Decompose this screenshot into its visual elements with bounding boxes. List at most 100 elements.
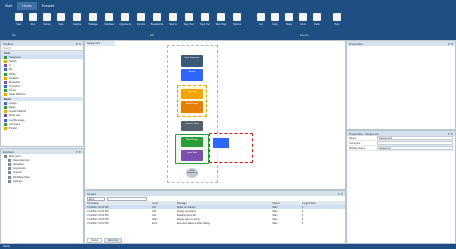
ribbon-button-debug[interactable]: Debug (40, 11, 54, 31)
toolbox-item-label: Invoke Method (9, 110, 27, 114)
imports-icon (137, 13, 145, 21)
explorer-panel: Explorer ▾ ✕ Main.xaml Dependencies Variabl… (0, 148, 84, 244)
explorer-item[interactable]: Settings (1, 179, 83, 183)
drag-preview-inner (213, 138, 229, 148)
variables-icon (105, 13, 113, 21)
file-icon (8, 162, 11, 166)
ribbon-button-imports[interactable]: Imports (134, 11, 148, 31)
toolbox-item-label: Do (9, 68, 13, 72)
activity-icon (4, 89, 7, 93)
ribbon-button-paste[interactable]: Paste (282, 11, 296, 31)
property-row: Display Name Sequence (347, 146, 455, 151)
table-cell: Error (152, 221, 158, 225)
explorer-item-label: Workflow Files (13, 175, 30, 179)
ribbon-button-cut[interactable]: Cut (254, 11, 268, 31)
activity-icon (4, 72, 7, 76)
explorer-item-label: Imports (13, 171, 22, 175)
copy-icon (271, 13, 279, 21)
workflow-block-read-range[interactable]: Read Range (181, 101, 203, 113)
ribbon-button-arguments[interactable]: Arguments (118, 11, 132, 31)
pin-icon[interactable]: ▾ ✕ (338, 192, 343, 196)
file-icon (8, 175, 11, 179)
ribbon-button-breakpoints[interactable]: Breakpoints (150, 11, 164, 31)
ribbon-tab-home[interactable]: Home (17, 2, 37, 10)
ribbon-button-label: Debug (43, 23, 51, 26)
explorer-title: Explorer (3, 150, 15, 154)
ribbon-button-label: Variables (104, 23, 114, 26)
output-search-input[interactable] (107, 196, 147, 201)
explorer-item-label: Main.xaml (9, 154, 21, 158)
workflow-block-send-mail[interactable]: Send Mail (181, 150, 203, 161)
ribbon-button-save[interactable]: Save (12, 11, 26, 31)
redo-icon (313, 13, 321, 21)
ribbon-tab-execute[interactable]: Execute (37, 2, 60, 10)
ribbon-button-step-over[interactable]: Step Over (182, 11, 196, 31)
analyze-icon (73, 13, 81, 21)
designer-canvas[interactable]: Sequence1 Start Sequence Assign Decision… (84, 40, 346, 190)
ribbon-button-slow-step[interactable]: Slow Step (214, 11, 228, 31)
ribbon-button-help[interactable]: Help (330, 11, 344, 31)
status-bar: Ready (0, 244, 456, 249)
property-value-input[interactable]: Sequence (377, 146, 453, 150)
ribbon-button-variables[interactable]: Variables (102, 11, 116, 31)
workflow-block-decision[interactable]: Decision (181, 89, 203, 99)
toolbox-item-label: Log Message (9, 118, 25, 122)
workflow-block-end[interactable]: End Sequence (186, 168, 198, 178)
ribbon-button-analyze[interactable]: Analyze (70, 11, 84, 31)
activity-icon (4, 85, 7, 89)
explorer-item-label: Variables (13, 162, 24, 166)
ribbon-button-label: Paste (285, 23, 293, 26)
options-icon (233, 13, 241, 21)
property-value-input[interactable] (377, 141, 453, 145)
ribbon-button-step-out[interactable]: Step Out (198, 11, 212, 31)
tab-output[interactable]: Output (87, 238, 103, 243)
ribbon-button-undo[interactable]: Undo (296, 11, 310, 31)
file-icon (8, 171, 11, 175)
cut-icon (257, 13, 265, 21)
workflow-block-process[interactable]: Process Data (181, 121, 203, 131)
output-tabs: Output Error List (85, 238, 122, 243)
pin-icon[interactable]: ▾ ✕ (76, 150, 81, 154)
workflow-block-assign[interactable]: Assign (181, 69, 203, 81)
right-top-header: Properties ▾ ✕ (347, 41, 455, 46)
drag-preview-block[interactable] (209, 133, 253, 163)
ribbon-button-label: Arguments (119, 23, 131, 26)
ribbon-button-label: Undo (300, 23, 306, 26)
ribbon-group-execute: Execute (300, 34, 309, 37)
ribbon-button-label: Run (30, 23, 36, 26)
breakpoints-icon (153, 13, 161, 21)
explorer-item-label: Settings (13, 179, 23, 183)
pin-icon[interactable]: ▾ ✕ (448, 42, 453, 46)
toolbox-item-label: Comment (9, 122, 21, 126)
property-value-input[interactable]: Sequence1 (377, 136, 453, 140)
ribbon-button-step-in[interactable]: Step In (166, 11, 180, 31)
table-row[interactable]: 7/14/2017 10:03 PM Error Execution failed … (85, 221, 345, 225)
toolbox-title: Toolbox (3, 42, 14, 46)
ribbon-button-label: Breakpoints (150, 23, 164, 26)
ribbon-button-options[interactable]: Options (230, 11, 244, 31)
toolbox-item-label: Write Line (9, 114, 21, 118)
ribbon-button-redo[interactable]: Redo (310, 11, 324, 31)
toolbox-item[interactable]: Persist (1, 126, 83, 130)
ribbon-button-stop[interactable]: Stop (54, 11, 68, 31)
level-filter-select[interactable]: Error (87, 196, 105, 201)
arguments-icon (121, 13, 129, 21)
pin-icon[interactable]: ▾ ✕ (448, 132, 453, 136)
stop-icon (57, 13, 65, 21)
designer-tab[interactable]: Sequence1 (85, 41, 115, 46)
ribbon-button-label: Step In (169, 23, 177, 26)
ribbon-button-package[interactable]: Package (86, 11, 100, 31)
property-name: Comment (349, 141, 361, 145)
table-cell: Execution failed at Write Range (176, 221, 211, 225)
toolbox-panel: Toolbox ▾ ✕ Search Flow Sequence Switch If Do… (0, 40, 84, 147)
workflow-block-write-range[interactable]: Write Range (181, 137, 203, 147)
activity-icon (4, 114, 7, 118)
pin-icon[interactable]: ▾ ✕ (76, 42, 81, 46)
ribbon-button-run[interactable]: Run (26, 11, 40, 31)
ribbon-button-copy[interactable]: Copy (268, 11, 282, 31)
tab-error-list[interactable]: Error List (104, 238, 122, 243)
right-top-panel: Properties ▾ ✕ (346, 40, 456, 130)
ribbon-tab-start[interactable]: Start (0, 2, 17, 10)
toolbox-item-label: Flowchart (9, 80, 21, 84)
workflow-block-start[interactable]: Start Sequence (181, 55, 203, 67)
